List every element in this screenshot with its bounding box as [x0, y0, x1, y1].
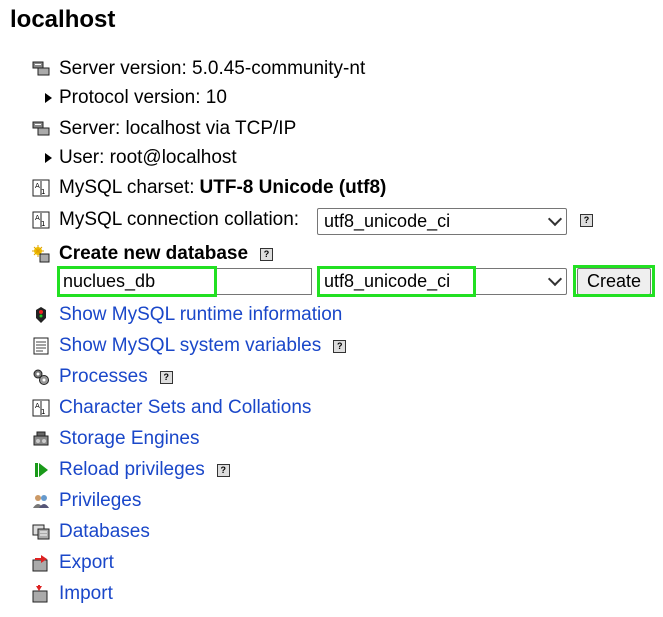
server-version-row: Server version: 5.0.45-community-nt: [32, 57, 365, 81]
link-label[interactable]: Import: [59, 583, 113, 605]
create-db-collation-select[interactable]: utf8_unicode_ci: [317, 268, 567, 295]
svg-text:1: 1: [41, 188, 45, 196]
help-icon[interactable]: ?: [580, 214, 593, 227]
link-label[interactable]: Show MySQL system variables: [59, 335, 321, 357]
runtime-icon: [32, 306, 50, 324]
bullet-icon: [45, 153, 52, 163]
link-label[interactable]: Show MySQL runtime information: [59, 304, 342, 326]
link-processes[interactable]: Processes ?: [32, 365, 173, 389]
database-name-input[interactable]: nuclues_db: [57, 268, 312, 295]
svg-text:A: A: [35, 214, 40, 222]
link-label[interactable]: Character Sets and Collations: [59, 397, 311, 419]
server-icon: [32, 120, 50, 138]
protocol-version-text: Protocol version: 10: [59, 87, 227, 108]
svg-text:A: A: [35, 402, 40, 410]
reload-icon: [32, 461, 50, 479]
charset-icon: A1: [32, 399, 50, 417]
create-db-collation-value: utf8_unicode_ci: [324, 271, 451, 291]
charset-icon: A1: [32, 179, 50, 197]
link-import[interactable]: Import: [32, 582, 113, 606]
server-row: Server: localhost via TCP/IP: [32, 117, 296, 141]
processes-icon: [32, 368, 50, 386]
chevron-down-icon: [547, 211, 563, 227]
databases-icon: [32, 523, 50, 541]
charset-value: UTF-8 Unicode (utf8): [199, 177, 387, 198]
link-databases[interactable]: Databases: [32, 520, 150, 544]
server-icon: [32, 60, 50, 78]
charset-label: MySQL charset:: [59, 177, 195, 198]
link-label[interactable]: Reload privileges: [59, 459, 205, 481]
bullet-icon: [45, 93, 52, 103]
svg-text:1: 1: [41, 408, 45, 416]
link-label[interactable]: Processes: [59, 366, 148, 388]
collation-select[interactable]: utf8_unicode_ci: [317, 208, 567, 235]
link-system-variables[interactable]: Show MySQL system variables ?: [32, 334, 347, 358]
link-label[interactable]: Databases: [59, 521, 150, 543]
link-storage-engines[interactable]: Storage Engines: [32, 427, 200, 451]
server-version-text: Server version: 5.0.45-community-nt: [59, 58, 366, 79]
server-text: Server: localhost via TCP/IP: [59, 118, 297, 139]
link-privileges[interactable]: Privileges: [32, 489, 141, 513]
link-label[interactable]: Privileges: [59, 490, 141, 512]
create-db-label: Create new database: [59, 243, 249, 264]
import-icon: [32, 585, 50, 603]
privileges-icon: [32, 492, 50, 510]
svg-text:1: 1: [41, 220, 45, 228]
help-icon[interactable]: ?: [216, 463, 230, 477]
protocol-version-row: Protocol version: 10: [32, 86, 227, 110]
engines-icon: [32, 430, 50, 448]
chevron-down-icon: [547, 271, 563, 287]
charset-row: A1 MySQL charset: UTF-8 Unicode (utf8): [32, 176, 386, 200]
collation-select-value: utf8_unicode_ci: [324, 211, 451, 231]
collation-label: MySQL connection collation:: [59, 209, 300, 230]
link-export[interactable]: Export: [32, 551, 114, 575]
link-reload-privileges[interactable]: Reload privileges ?: [32, 458, 230, 482]
user-row: User: root@localhost: [32, 146, 237, 170]
help-icon[interactable]: ?: [159, 370, 173, 384]
create-db-row: Create new database ?: [32, 242, 274, 266]
link-label[interactable]: Export: [59, 552, 114, 574]
page-title: localhost: [10, 6, 116, 33]
charset-icon: A1: [32, 211, 50, 229]
link-runtime-info[interactable]: Show MySQL runtime information: [32, 303, 342, 327]
help-icon[interactable]: ?: [333, 339, 347, 353]
svg-text:A: A: [35, 182, 40, 190]
link-charsets-collations[interactable]: A1 Character Sets and Collations: [32, 396, 311, 420]
create-button[interactable]: Create: [577, 268, 651, 295]
user-text: User: root@localhost: [59, 147, 237, 168]
variables-icon: [32, 337, 50, 355]
new-database-icon: [32, 245, 50, 263]
help-icon[interactable]: ?: [260, 247, 274, 261]
collation-row: A1 MySQL connection collation:: [32, 208, 299, 232]
link-label[interactable]: Storage Engines: [59, 428, 200, 450]
export-icon: [32, 554, 50, 572]
